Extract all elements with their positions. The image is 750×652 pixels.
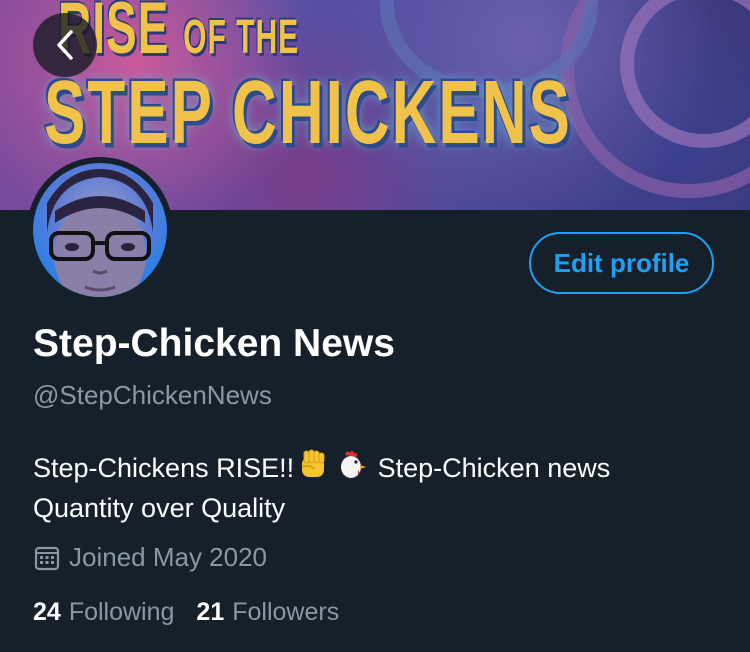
followers-link[interactable]: 21 Followers (196, 598, 339, 627)
following-count: 24 (33, 598, 61, 626)
followers-count: 21 (196, 598, 225, 626)
chicken-emoji (341, 450, 367, 478)
profile-bio: Step-Chickens RISE!! Step-Chicken news Q… (33, 447, 723, 528)
following-label: Following (68, 598, 175, 626)
display-name: Step-Chicken News (33, 322, 395, 365)
banner-title-main: STEP CHICKENS (44, 63, 572, 164)
followers-label: Followers (232, 598, 340, 626)
bio-line-2: Quantity over Quality (33, 493, 286, 523)
joined-date: Joined May 2020 (33, 542, 267, 573)
avatar-face-illustration (47, 169, 153, 297)
follow-stats: 24 Following 21 Followers (33, 598, 339, 627)
chevron-left-icon (57, 30, 73, 60)
following-link[interactable]: 24 Following (33, 598, 174, 627)
banner-title-of-the: OF THE (183, 11, 300, 64)
bio-text-2: Step-Chicken news (377, 453, 611, 483)
calendar-icon (34, 546, 60, 570)
back-button[interactable] (33, 13, 97, 77)
profile-handle: @StepChickenNews (33, 380, 272, 410)
raised-fist-emoji (301, 449, 325, 477)
avatar-image (33, 163, 167, 297)
bio-text-1: Step-Chickens RISE!! (33, 453, 295, 483)
joined-text: Joined May 2020 (69, 542, 268, 572)
edit-profile-button[interactable]: Edit profile (529, 232, 714, 294)
bio-line-1: Step-Chickens RISE!! Step-Chicken news (33, 447, 723, 488)
avatar[interactable] (27, 157, 173, 303)
